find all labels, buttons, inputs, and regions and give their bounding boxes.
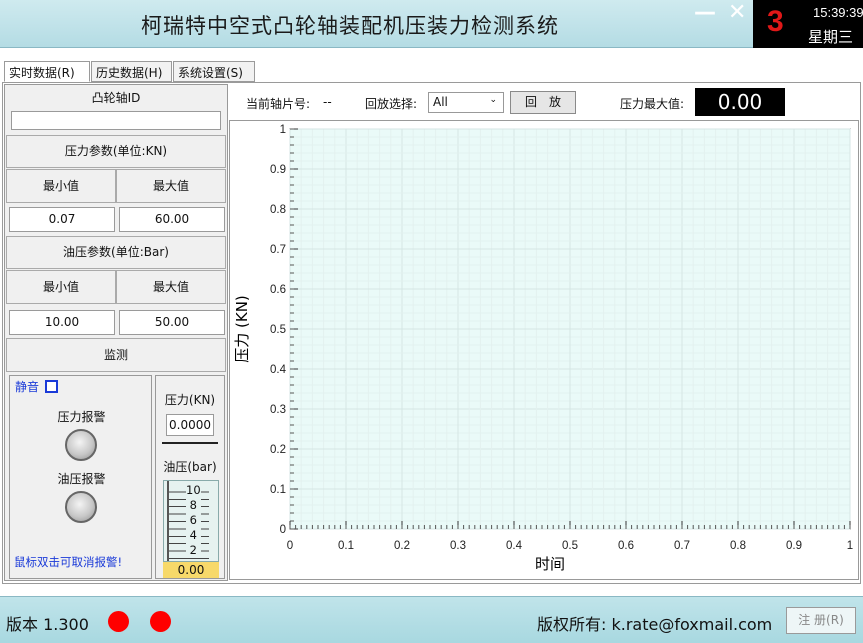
app-title: 柯瑞特中空式凸轮轴装配机压装力检测系统 bbox=[141, 14, 559, 38]
tab-history[interactable]: 历史数据(H) bbox=[91, 61, 172, 82]
gauge-tick-labels: 10 8 6 4 2 bbox=[186, 483, 201, 558]
oil-max-label: 最大值 bbox=[116, 270, 226, 304]
pressure-kn-value: 0.0000 bbox=[166, 414, 214, 436]
y-tick-label: 0.8 bbox=[270, 204, 286, 216]
replay-button[interactable]: 回 放 bbox=[510, 91, 576, 114]
x-tick-label: 0.3 bbox=[450, 540, 466, 552]
clock-panel: 3 15:39:39 星期三 bbox=[753, 0, 863, 48]
tab-settings[interactable]: 系统设置(S) bbox=[173, 61, 255, 82]
x-tick-label: 0.1 bbox=[338, 540, 354, 552]
x-tick-label: 0.8 bbox=[730, 540, 746, 552]
oil-param-header: 油压参数(单位:Bar) bbox=[6, 236, 226, 269]
oil-gauge-value: 0.00 bbox=[163, 562, 219, 578]
oil-min-input[interactable]: 10.00 bbox=[9, 310, 115, 335]
parameter-panel: 凸轮轴ID 压力参数(单位:KN) 最小值 最大值 0.07 60.00 油压参… bbox=[4, 84, 228, 581]
x-tick-label: 0 bbox=[287, 540, 293, 552]
camshaft-id-input[interactable] bbox=[11, 111, 221, 130]
status-bar: 版本 1.300 版权所有: k.rate@foxmail.com 注 册(R) bbox=[0, 596, 863, 643]
y-tick-label: 0.3 bbox=[270, 404, 286, 416]
x-tick-label: 1 bbox=[847, 540, 853, 552]
alarm-box: 静音 压力报警 油压报警 鼠标双击可取消报警! bbox=[9, 375, 152, 579]
y-tick-label: 1 bbox=[280, 124, 286, 136]
version-label: 版本 1.300 bbox=[6, 615, 89, 634]
y-tick-label: 0.9 bbox=[270, 164, 286, 176]
x-tick-label: 0.2 bbox=[394, 540, 410, 552]
status-led-2 bbox=[150, 611, 171, 632]
divider bbox=[162, 442, 218, 444]
pressure-alarm-light bbox=[65, 429, 97, 461]
mute-checkbox[interactable] bbox=[45, 380, 59, 393]
register-button[interactable]: 注 册(R) bbox=[786, 607, 856, 634]
gauge-tick: 2 bbox=[189, 543, 197, 557]
mute-label: 静音 bbox=[15, 380, 40, 394]
oil-bar-label: 油压(bar) bbox=[163, 460, 217, 474]
pressure-kn-label: 压力(KN) bbox=[164, 393, 216, 407]
monitor-header: 监测 bbox=[6, 338, 226, 372]
pressure-max-input[interactable]: 60.00 bbox=[119, 207, 225, 232]
x-tick-label: 0.6 bbox=[618, 540, 634, 552]
copyright-text: 版权所有: k.rate@foxmail.com bbox=[537, 615, 773, 634]
replay-select[interactable]: All ⌄ bbox=[428, 92, 504, 113]
pressure-min-label: 最小值 bbox=[6, 169, 116, 203]
clock-time: 15:39:39 bbox=[813, 5, 863, 20]
readout-box: 压力(KN) 0.0000 油压(bar) 10 8 6 4 2 0.00 bbox=[155, 375, 225, 579]
y-tick-label: 0.2 bbox=[270, 444, 286, 456]
gauge-tick: 8 bbox=[189, 498, 197, 512]
oil-alarm-label: 油压报警 bbox=[57, 472, 106, 486]
title-bar: 柯瑞特中空式凸轮轴装配机压装力检测系统 — ✕ 3 15:39:39 星期三 bbox=[0, 0, 863, 48]
camshaft-id-label: 凸轮轴ID bbox=[91, 91, 141, 105]
pressure-min-input[interactable]: 0.07 bbox=[9, 207, 115, 232]
y-tick-label: 0.6 bbox=[270, 284, 286, 296]
tab-realtime[interactable]: 实时数据(R) bbox=[4, 61, 90, 82]
x-tick-label: 0.4 bbox=[506, 540, 523, 552]
x-tick-label: 0.7 bbox=[674, 540, 690, 552]
status-led-1 bbox=[108, 611, 129, 632]
gauge-tick: 4 bbox=[189, 528, 197, 542]
y-tick-label: 0.1 bbox=[270, 484, 286, 496]
minimize-icon[interactable]: — bbox=[694, 2, 716, 24]
gauge-tick: 6 bbox=[189, 513, 197, 527]
pressure-param-header: 压力参数(单位:KN) bbox=[6, 135, 226, 168]
oil-max-input[interactable]: 50.00 bbox=[119, 310, 225, 335]
y-tick-label: 0.5 bbox=[270, 324, 286, 336]
max-pressure-value: 0.00 bbox=[695, 88, 785, 116]
pressure-max-label: 最大值 bbox=[116, 169, 226, 203]
y-axis-label: 压力 (KN) bbox=[233, 295, 251, 363]
x-axis-label: 时间 bbox=[535, 555, 565, 573]
clock-weekday: 星期三 bbox=[808, 28, 854, 46]
oil-min-label: 最小值 bbox=[6, 270, 116, 304]
y-tick-label: 0.7 bbox=[270, 244, 286, 256]
cancel-alarm-hint: 鼠标双击可取消报警! bbox=[14, 555, 123, 569]
pressure-chart: 0 0.1 0.2 0.3 0.4 0.5 0.6 0.7 0.8 0.9 1 0 0.1 0.2 0.3… bbox=[229, 120, 859, 580]
mute-toggle[interactable]: 静音 bbox=[15, 378, 59, 395]
replay-toolbar: 当前轴片号: -- 回放选择: All ⌄ 回 放 压力最大值: 0.00 bbox=[230, 88, 858, 116]
close-icon[interactable]: ✕ bbox=[728, 2, 746, 24]
y-tick-label: 0 bbox=[280, 524, 286, 536]
gauge-tick: 10 bbox=[186, 483, 201, 497]
pressure-alarm-label: 压力报警 bbox=[57, 410, 106, 424]
y-tick-label: 0.4 bbox=[270, 364, 287, 376]
current-shaft-value: -- bbox=[323, 95, 332, 109]
clock-number: 3 bbox=[767, 5, 784, 38]
max-pressure-label: 压力最大值: bbox=[620, 97, 685, 111]
replay-select-label: 回放选择: bbox=[365, 97, 418, 111]
replay-select-value: All bbox=[433, 95, 448, 109]
oil-alarm-light bbox=[65, 491, 97, 523]
oil-gauge: 10 8 6 4 2 bbox=[163, 480, 219, 562]
current-shaft-label: 当前轴片号: bbox=[246, 97, 311, 111]
x-tick-label: 0.9 bbox=[786, 540, 802, 552]
pressure-chart-svg: 0 0.1 0.2 0.3 0.4 0.5 0.6 0.7 0.8 0.9 1 0 0.1 0.2 0.3… bbox=[233, 124, 853, 573]
chevron-down-icon: ⌄ bbox=[489, 95, 497, 105]
camshaft-id-group: 凸轮轴ID bbox=[7, 87, 225, 131]
x-tick-label: 0.5 bbox=[562, 540, 578, 552]
